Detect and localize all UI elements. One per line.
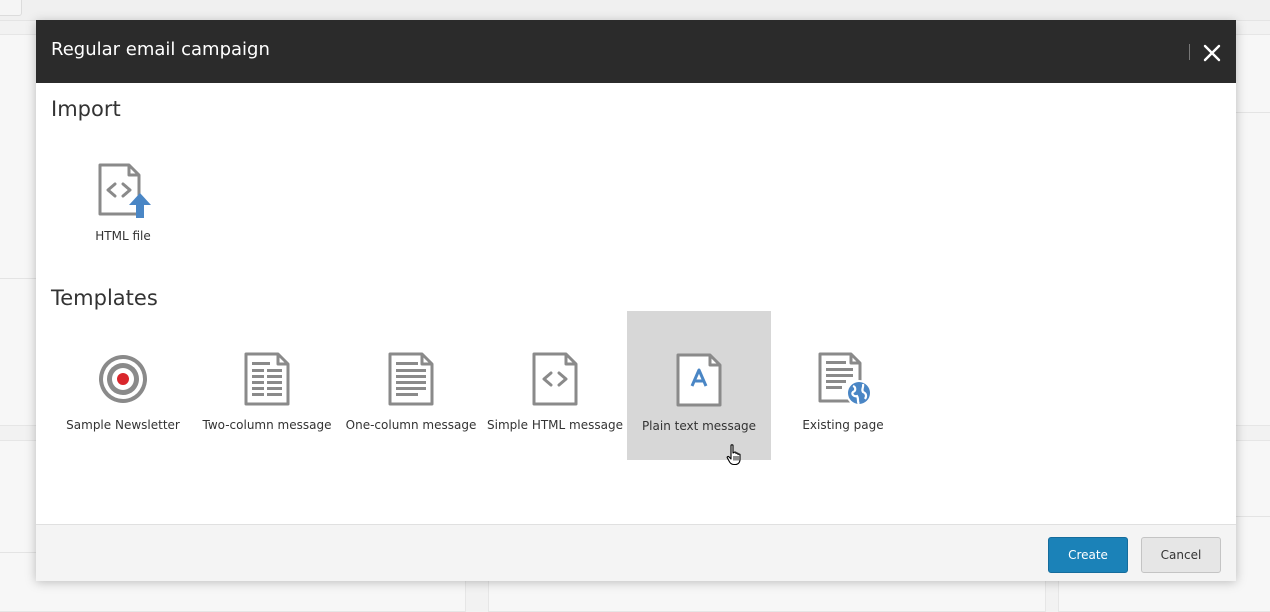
tile-label: Sample Newsletter bbox=[66, 418, 180, 432]
tile-one-column-message[interactable]: One-column message bbox=[339, 310, 483, 459]
existing-page-globe-icon bbox=[818, 352, 872, 406]
tile-existing-page[interactable]: Existing page bbox=[771, 310, 915, 459]
email-campaign-dialog: Regular email campaign Import HTML file … bbox=[36, 20, 1236, 581]
import-section-title: Import bbox=[51, 97, 121, 121]
tile-label: Simple HTML message bbox=[487, 418, 623, 432]
dialog-title: Regular email campaign bbox=[51, 39, 270, 60]
tile-label: One-column message bbox=[345, 418, 477, 432]
create-button[interactable]: Create bbox=[1048, 537, 1128, 573]
tile-label: Plain text message bbox=[641, 419, 757, 433]
tile-html-file[interactable]: HTML file bbox=[51, 121, 195, 270]
plain-text-document-icon bbox=[676, 353, 722, 407]
background-button bbox=[0, 0, 22, 16]
tile-simple-html-message[interactable]: Simple HTML message bbox=[483, 310, 627, 459]
two-column-document-icon bbox=[244, 352, 290, 406]
target-icon bbox=[99, 355, 147, 403]
tile-label: Two-column message bbox=[202, 418, 332, 432]
close-button[interactable] bbox=[1201, 42, 1223, 64]
tile-two-column-message[interactable]: Two-column message bbox=[195, 310, 339, 459]
templates-section-title: Templates bbox=[51, 286, 158, 310]
hand-cursor-icon bbox=[726, 444, 741, 466]
tile-sample-newsletter[interactable]: Sample Newsletter bbox=[51, 310, 195, 459]
background-divider bbox=[0, 278, 36, 279]
cancel-button[interactable]: Cancel bbox=[1141, 537, 1221, 573]
background-divider bbox=[0, 552, 36, 553]
background-divider bbox=[1236, 516, 1270, 517]
html-file-upload-icon bbox=[98, 163, 151, 218]
tile-label: HTML file bbox=[95, 229, 151, 243]
dialog-header: Regular email campaign bbox=[36, 20, 1236, 83]
header-divider bbox=[1189, 44, 1190, 60]
one-column-document-icon bbox=[388, 352, 434, 406]
tile-label: Existing page bbox=[802, 418, 884, 432]
background-divider bbox=[1236, 112, 1270, 113]
background-top-bar bbox=[0, 0, 1270, 21]
html-document-icon bbox=[532, 352, 578, 406]
close-icon bbox=[1203, 44, 1221, 62]
tile-plain-text-message[interactable]: Plain text message bbox=[627, 311, 771, 460]
dialog-footer: Create Cancel bbox=[36, 524, 1236, 581]
